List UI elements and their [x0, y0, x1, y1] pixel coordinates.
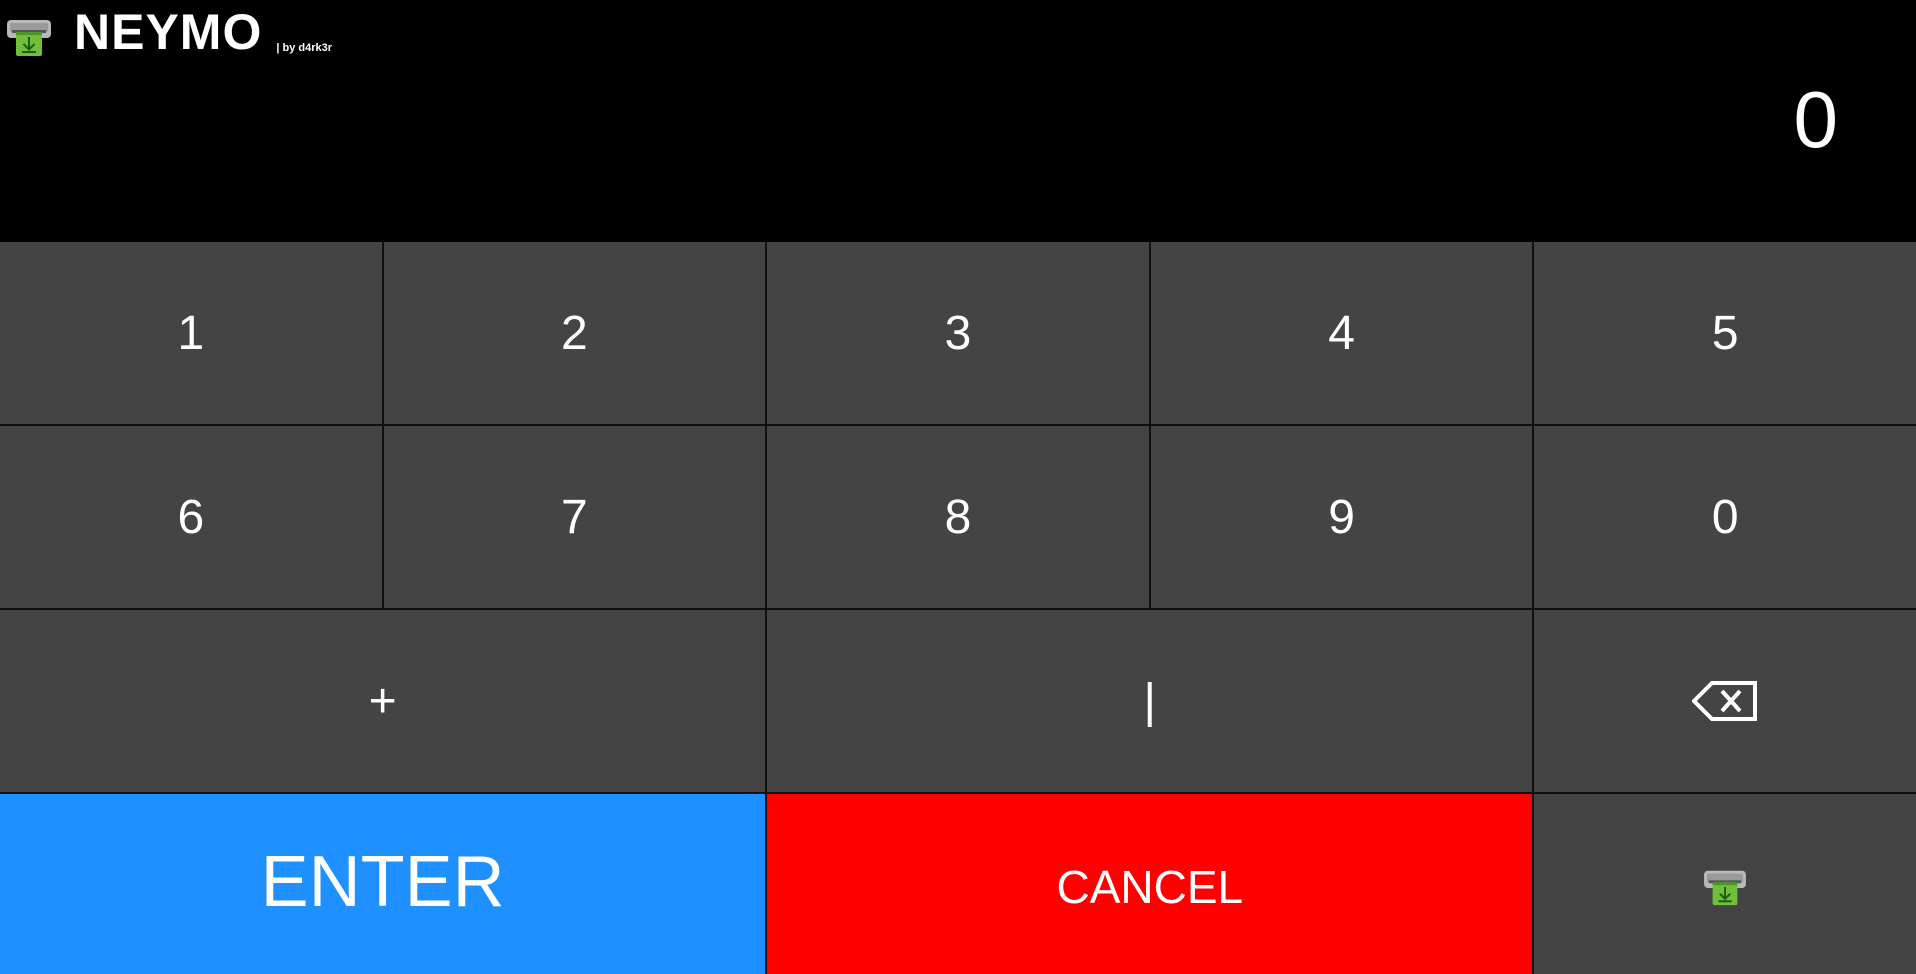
app: NEYMO | by d4rk3r 0 1 2 3 4 5 6 7 8 9 0 … — [0, 0, 1916, 974]
backspace-icon — [1692, 681, 1758, 721]
cancel-button[interactable]: CANCEL — [767, 794, 1533, 974]
plus-button[interactable]: + — [0, 610, 766, 792]
key-6[interactable]: 6 — [0, 426, 382, 608]
key-3[interactable]: 3 — [767, 242, 1149, 424]
atm-download-icon — [1704, 870, 1747, 906]
keypad: 1 2 3 4 5 6 7 8 9 0 + | ENTER CANCEL — [0, 242, 1916, 974]
header: NEYMO | by d4rk3r 0 — [0, 0, 1916, 242]
app-byline: | by d4rk3r — [276, 42, 333, 54]
enter-button[interactable]: ENTER — [0, 794, 766, 974]
app-title: NEYMO — [74, 4, 263, 60]
key-2[interactable]: 2 — [383, 242, 766, 424]
key-1[interactable]: 1 — [0, 242, 382, 424]
key-8[interactable]: 8 — [767, 426, 1149, 608]
key-9[interactable]: 9 — [1150, 426, 1533, 608]
brand: NEYMO | by d4rk3r — [6, 6, 332, 58]
key-0[interactable]: 0 — [1534, 426, 1916, 608]
atm-button[interactable] — [1534, 794, 1916, 974]
key-4[interactable]: 4 — [1150, 242, 1533, 424]
amount-display: 0 — [1793, 75, 1839, 164]
key-7[interactable]: 7 — [383, 426, 766, 608]
separator-button[interactable]: | — [767, 610, 1533, 792]
key-5[interactable]: 5 — [1534, 242, 1916, 424]
atm-download-icon — [7, 20, 51, 56]
backspace-button[interactable] — [1534, 610, 1916, 792]
